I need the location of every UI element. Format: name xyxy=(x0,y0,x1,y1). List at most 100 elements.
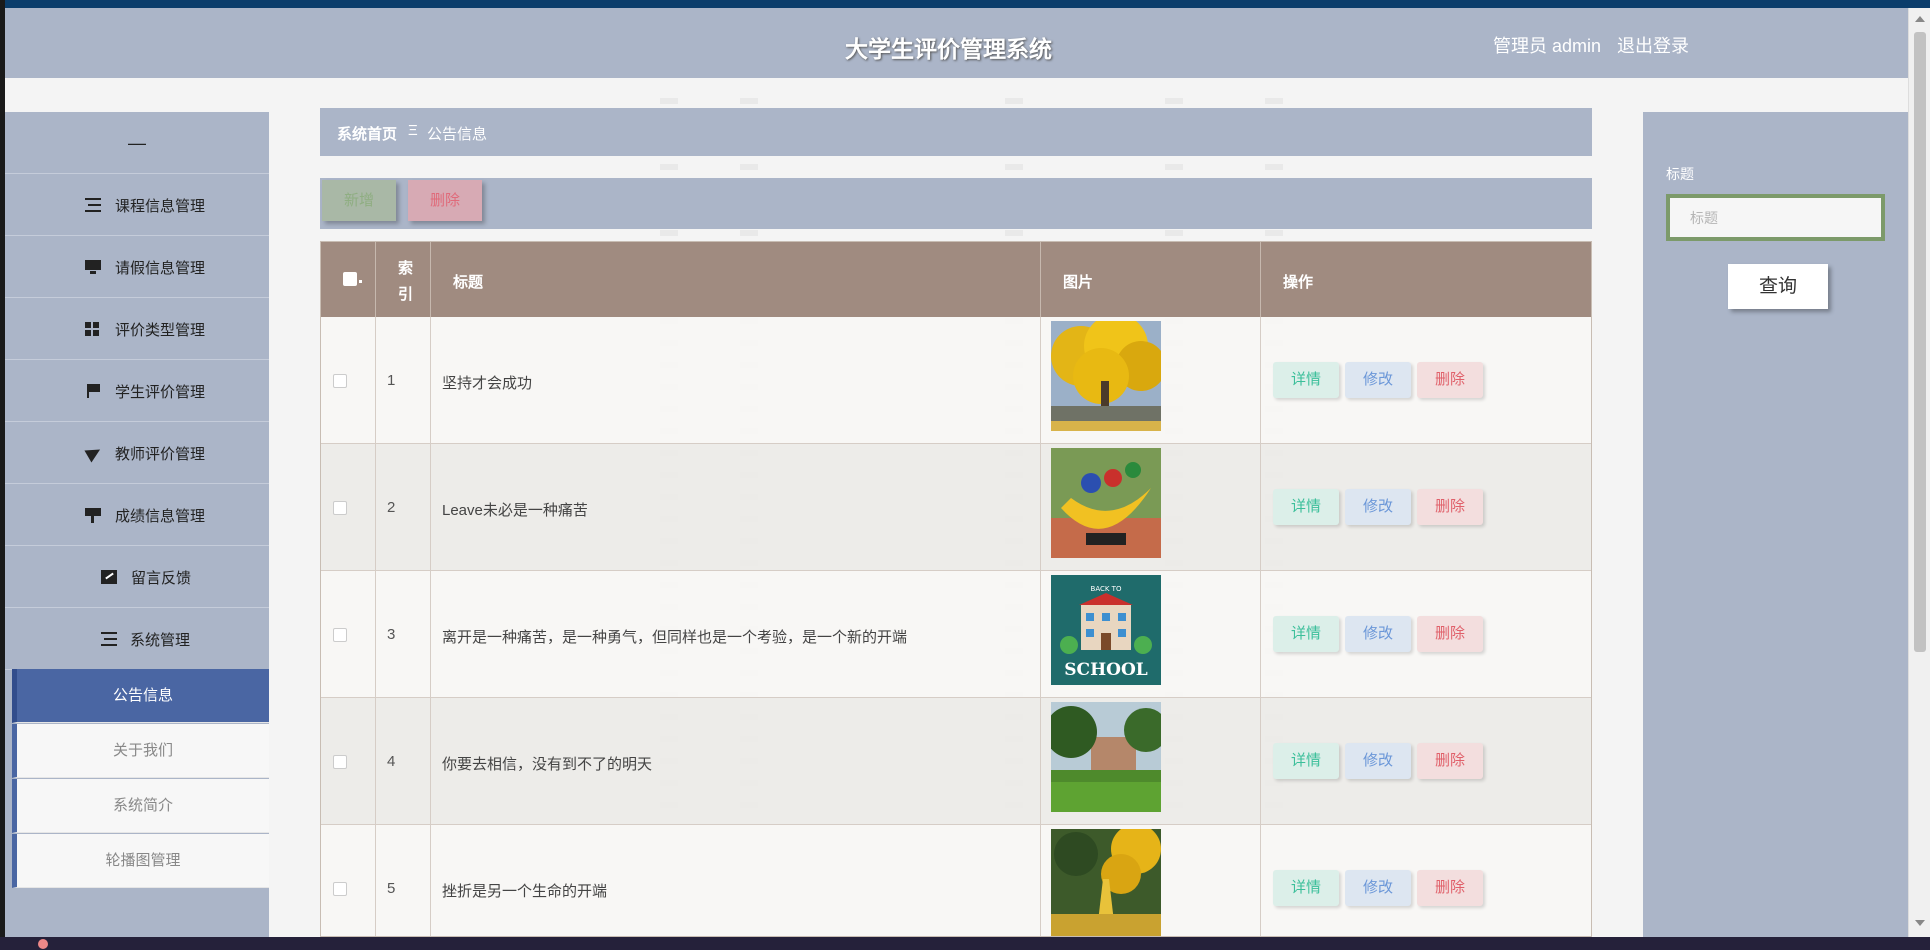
header-actions: 操作 xyxy=(1283,274,1314,291)
row-index: 4 xyxy=(387,753,396,770)
sidebar-item-label: 系统管理 xyxy=(130,632,191,649)
sidebar-item-leave[interactable]: 请假信息管理 xyxy=(5,236,269,298)
title-search-input[interactable] xyxy=(1666,194,1885,241)
table-row: 2 Leave未必是一种痛苦 详情 修改 删除 xyxy=(321,444,1591,571)
sidebar-subitem-about[interactable]: 关于我们 xyxy=(12,724,269,778)
taskbar-app-icon[interactable] xyxy=(38,939,48,949)
list-icon xyxy=(101,632,117,646)
sidebar-item-label: 成绩信息管理 xyxy=(115,508,206,525)
edit-button[interactable]: 修改 xyxy=(1345,870,1411,906)
row-image-back-to-school: BACK TO SCHOOL xyxy=(1051,575,1161,685)
table-row: 5 挫折是另一个生命的开端 详情 修改 删除 xyxy=(321,825,1591,936)
sidebar-item-course[interactable]: 课程信息管理 xyxy=(5,174,269,236)
batch-delete-button[interactable]: 删除 xyxy=(408,180,482,221)
breadcrumb-home-link[interactable]: 系统首页 xyxy=(337,123,397,144)
sidebar-subitem-notice[interactable]: 公告信息 xyxy=(12,669,269,723)
sidebar-subitem-carousel[interactable]: 轮播图管理 xyxy=(12,834,269,888)
breadcrumb-separator-icon: Ξ xyxy=(408,122,418,139)
chart-icon xyxy=(101,570,117,584)
table-row: 3 离开是一种痛苦，是一种勇气，但同样也是一个考验，是一个新的开端 BACK T… xyxy=(321,571,1591,698)
row-title: 挫折是另一个生命的开端 xyxy=(442,883,608,900)
monitor-icon xyxy=(85,260,101,274)
sidebar-item-label: 学生评价管理 xyxy=(115,384,206,401)
row-checkbox[interactable] xyxy=(333,374,347,388)
edit-button[interactable]: 修改 xyxy=(1345,362,1411,398)
sidebar-item-teacher-eval[interactable]: 教师评价管理 xyxy=(5,422,269,484)
row-checkbox[interactable] xyxy=(333,628,347,642)
delete-button[interactable]: 删除 xyxy=(1417,362,1483,398)
sidebar-collapse-toggle[interactable]: — xyxy=(5,112,269,174)
row-index: 3 xyxy=(387,626,396,643)
row-title: 坚持才会成功 xyxy=(442,375,533,392)
sidebar-item-system[interactable]: 系统管理 xyxy=(5,608,269,670)
sidebar: — 课程信息管理 请假信息管理 评价类型管理 学生评价管理 教师评价管理 成绩信… xyxy=(5,112,269,937)
site-title: 大学生评价管理系统 xyxy=(845,36,1052,62)
notice-table: 索引 标题 图片 操作 1 坚持才会成功 详情 修改 删除 2 Leave未必是… xyxy=(320,241,1592,937)
row-checkbox[interactable] xyxy=(333,882,347,896)
window-top-border xyxy=(0,0,1930,8)
row-image-ginkgo-tree xyxy=(1051,321,1161,431)
row-index: 1 xyxy=(387,372,396,389)
delete-button[interactable]: 删除 xyxy=(1417,743,1483,779)
search-panel: 标题 查询 xyxy=(1643,112,1908,937)
sidebar-item-grades[interactable]: 成绩信息管理 xyxy=(5,484,269,546)
sidebar-item-label: 课程信息管理 xyxy=(115,198,206,215)
sidebar-item-label: 评价类型管理 xyxy=(115,322,206,339)
delete-button[interactable]: 删除 xyxy=(1417,616,1483,652)
detail-button[interactable]: 详情 xyxy=(1273,489,1339,525)
current-user: 管理员 admin xyxy=(1493,36,1602,56)
select-all-checkbox[interactable] xyxy=(343,272,357,286)
detail-button[interactable]: 详情 xyxy=(1273,616,1339,652)
delete-button[interactable]: 删除 xyxy=(1417,870,1483,906)
table-row: 4 你要去相信，没有到不了的明天 详情 修改 删除 xyxy=(321,698,1591,825)
logout-link[interactable]: 退出登录 xyxy=(1617,32,1689,58)
add-button[interactable]: 新增 xyxy=(322,180,396,221)
top-header: 大学生评价管理系统 管理员 admin 退出登录 xyxy=(5,8,1908,78)
paint-roller-icon xyxy=(85,508,101,523)
detail-button[interactable]: 详情 xyxy=(1273,870,1339,906)
table-row: 1 坚持才会成功 详情 修改 删除 xyxy=(321,317,1591,444)
sidebar-item-label: 留言反馈 xyxy=(131,570,192,587)
row-image-sculpture xyxy=(1051,448,1161,558)
sidebar-item-feedback[interactable]: 留言反馈 xyxy=(5,546,269,608)
taskbar-strip xyxy=(0,937,1930,950)
detail-button[interactable]: 详情 xyxy=(1273,743,1339,779)
edit-button[interactable]: 修改 xyxy=(1345,616,1411,652)
row-title: 离开是一种痛苦，是一种勇气，但同样也是一个考验，是一个新的开端 xyxy=(442,629,908,646)
search-title-label: 标题 xyxy=(1666,166,1694,182)
detail-button[interactable]: 详情 xyxy=(1273,362,1339,398)
edit-button[interactable]: 修改 xyxy=(1345,743,1411,779)
school-word-text: SCHOOL xyxy=(1064,660,1147,680)
list-icon xyxy=(85,198,101,212)
sidebar-item-label: 教师评价管理 xyxy=(115,446,206,463)
row-checkbox[interactable] xyxy=(333,501,347,515)
row-image-campus-lawn xyxy=(1051,702,1161,812)
toolbar: 新增 删除 xyxy=(320,178,1592,229)
row-image-ginkgo-avenue xyxy=(1051,829,1161,936)
header-index: 索引 xyxy=(376,242,431,317)
header-image: 图片 xyxy=(1041,242,1261,317)
header-select-all[interactable] xyxy=(321,242,376,317)
sidebar-item-student-eval[interactable]: 学生评价管理 xyxy=(5,360,269,422)
paper-plane-icon xyxy=(84,443,104,463)
school-banner-text: BACK TO xyxy=(1091,585,1122,593)
breadcrumb: 系统首页 Ξ 公告信息 xyxy=(320,108,1592,156)
scrollbar-thumb[interactable] xyxy=(1914,32,1926,652)
row-title: 你要去相信，没有到不了的明天 xyxy=(442,756,653,773)
search-button[interactable]: 查询 xyxy=(1728,264,1828,309)
row-checkbox[interactable] xyxy=(333,755,347,769)
page-scrollbar[interactable] xyxy=(1908,8,1930,937)
scroll-down-icon[interactable] xyxy=(1915,920,1925,926)
breadcrumb-current: 公告信息 xyxy=(427,126,488,143)
grid-icon xyxy=(85,322,101,336)
row-index: 2 xyxy=(387,499,396,516)
sidebar-item-eval-type[interactable]: 评价类型管理 xyxy=(5,298,269,360)
edit-button[interactable]: 修改 xyxy=(1345,489,1411,525)
scroll-up-icon[interactable] xyxy=(1915,16,1925,22)
row-index: 5 xyxy=(387,880,396,897)
sidebar-subitem-intro[interactable]: 系统简介 xyxy=(12,779,269,833)
header-title: 标题 xyxy=(431,242,1041,317)
flag-icon xyxy=(87,384,103,398)
delete-button[interactable]: 删除 xyxy=(1417,489,1483,525)
sidebar-item-label: 请假信息管理 xyxy=(115,260,206,277)
